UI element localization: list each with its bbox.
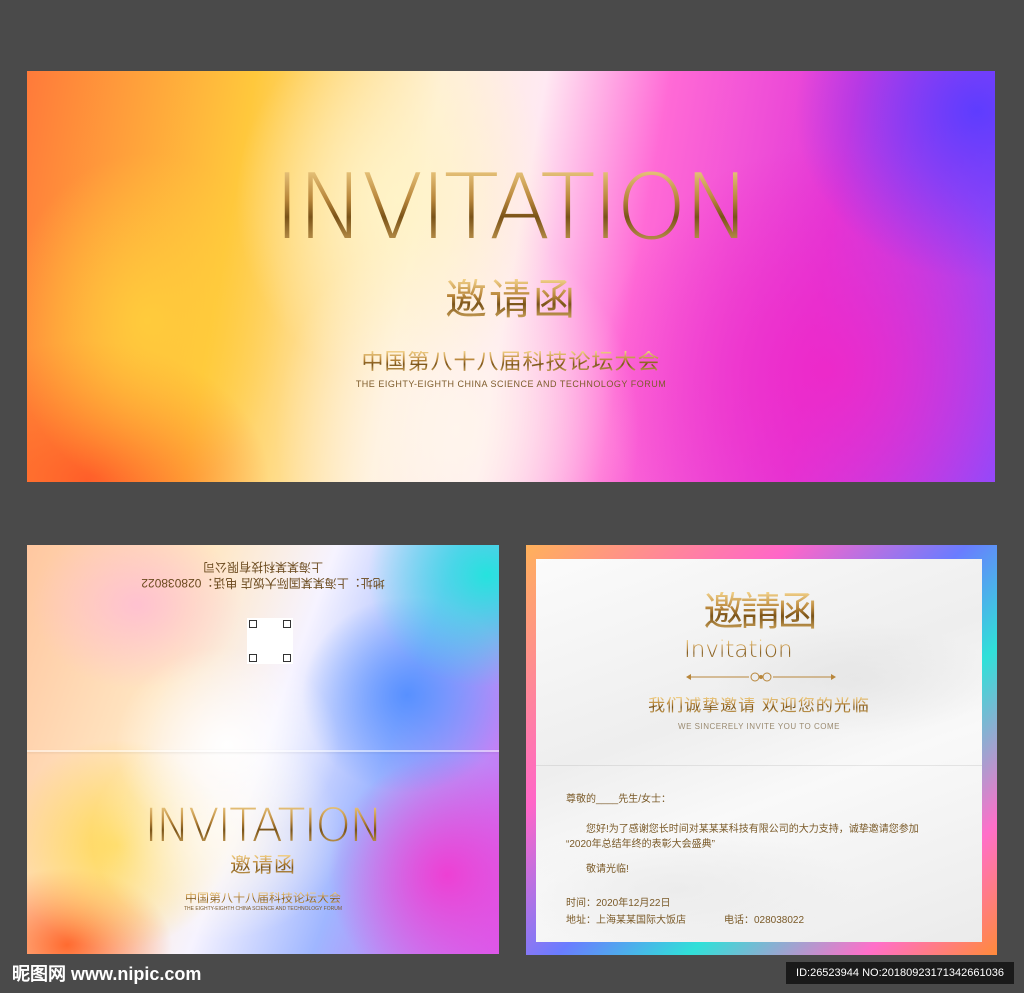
invitation-cover-large: INVITATION 邀请函 中国第八十八届科技论坛大会 THE EIGHTY-… — [27, 71, 995, 482]
flipped-line-2: 上海某某科技有限公司 — [203, 560, 324, 574]
event-time: 时间：2020年12月22日 — [566, 898, 671, 909]
welcome-tagline-en: WE SINCERELY INVITE YOU TO COME — [678, 722, 840, 731]
invitation-cn-title: 邀请函 — [27, 279, 995, 321]
invitation-cn-title: 邀请函 — [27, 855, 499, 876]
forum-cn-subtitle: 中国第八十八届科技论坛大会 — [27, 892, 499, 904]
image-id-watermark: ID:26523944 NO:20180923171342661036 — [786, 962, 1014, 984]
welcome-tagline: 我们诚挚邀请 欢迎您的光临 — [536, 697, 982, 714]
forum-en-subtitle: THE EIGHTY-EIGHTH CHINA SCIENCE AND TECH… — [184, 906, 342, 912]
forum-cn-subtitle: 中国第八十八届科技论坛大会 — [27, 351, 995, 373]
letter-paper: 邀請函 Invitation 我们诚挚邀请 欢迎您的光临 WE SINCEREL… — [536, 559, 982, 942]
site-watermark: 昵图网 www.nipic.com — [12, 964, 202, 984]
flipped-line-1: 地址：上海某某国际大饭店 电话：028038022 — [141, 576, 385, 590]
corner-marker — [283, 654, 291, 662]
fold-line — [536, 765, 982, 766]
corner-marker — [249, 654, 257, 662]
invitation-title: INVITATION — [27, 163, 995, 253]
qr-code-placeholder — [247, 618, 293, 664]
invitation-inner-page: 邀請函 Invitation 我们诚挚邀请 欢迎您的光临 WE SINCEREL… — [526, 545, 997, 955]
forum-en-subtitle: THE EIGHTY-EIGHTH CHINA SCIENCE AND TECH… — [355, 379, 667, 389]
corner-marker — [249, 620, 257, 628]
event-address: 地址：上海某某国际大饭店 — [566, 915, 686, 926]
flipped-back-text: 地址：上海某某国际大饭店 电话：028038022 上海某某科技有限公司 — [27, 551, 499, 591]
ornate-cn-title: 邀請函 — [536, 592, 982, 632]
script-title: Invitation — [684, 637, 793, 663]
body-line: “2020年总结年终的表彰大会盛典” — [566, 839, 715, 850]
body-line: 您好!为了感谢您长时间对某某某科技有限公司的大力支持，诚挚邀请您参加 — [586, 824, 919, 835]
fold-line — [27, 750, 499, 752]
corner-marker — [283, 620, 291, 628]
invitation-cover-small: 地址：上海某某国际大饭店 电话：028038022 上海某某科技有限公司 INV… — [27, 545, 499, 954]
invitation-title: INVITATION — [27, 803, 499, 848]
event-phone: 电话：028038022 — [724, 915, 805, 926]
ornament-divider-icon — [686, 672, 836, 682]
salutation: 尊敬的____先生/女士： — [566, 794, 672, 805]
closing: 敬请光临! — [586, 864, 629, 875]
